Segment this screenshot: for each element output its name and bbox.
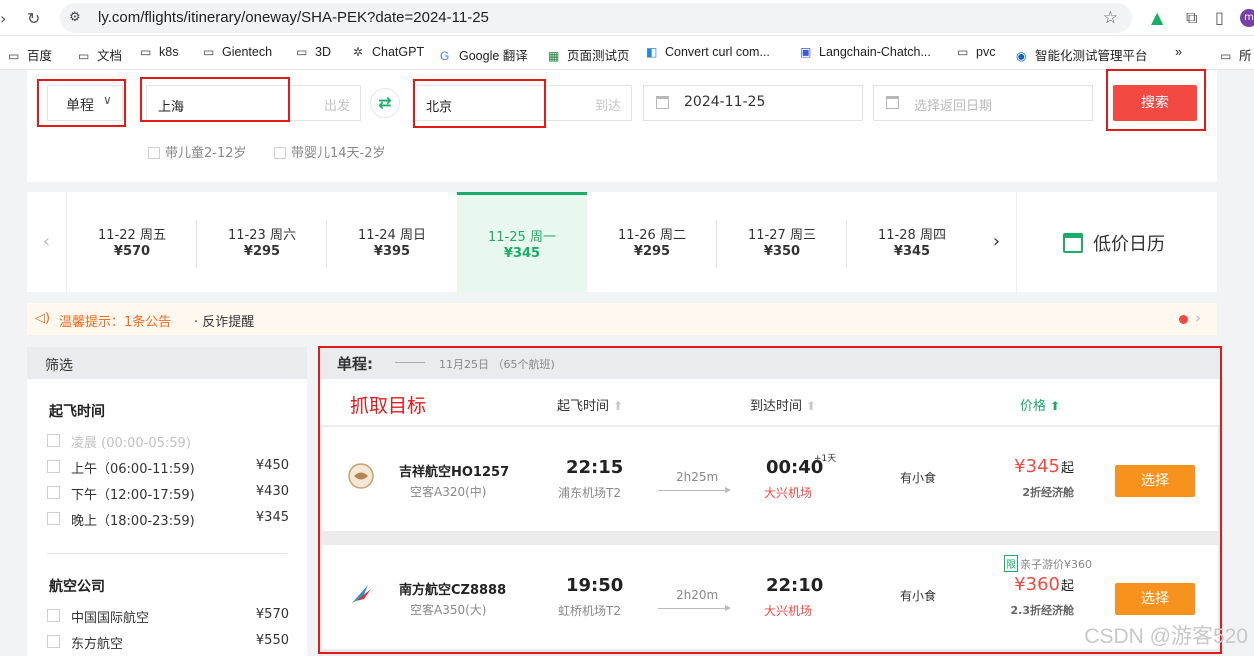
filter-option[interactable]: 下午（12:00-17:59) ¥430 (47, 484, 289, 503)
date-option[interactable]: 11-22 周五 ¥570 (67, 192, 197, 292)
platform-icon: ◉ (1016, 49, 1027, 63)
chatgpt-icon: ✲ (353, 45, 364, 59)
low-price-calendar-link[interactable]: 低价日历 (1063, 230, 1165, 256)
filter-option[interactable]: 中国国际航空 ¥570 (47, 607, 289, 626)
depart-date-value: 2024-11-25 (684, 94, 766, 110)
bookmark-item[interactable]: ▭ 3D (296, 45, 331, 59)
filter-option: 凌晨 (00:00-05:59) (47, 432, 289, 451)
date-option-selected[interactable]: 11-25 周一 ¥345 (457, 192, 587, 292)
date-option[interactable]: 11-23 周六 ¥295 (197, 192, 327, 292)
checkbox-box (148, 147, 160, 159)
sidebar-icon[interactable]: ▯ (1215, 8, 1224, 27)
date-option[interactable]: 11-24 周日 ¥395 (327, 192, 457, 292)
calendar-icon (656, 96, 669, 109)
bookmark-item[interactable]: ▭ 文档 (78, 45, 122, 64)
filter-sidebar: 筛选 起飞时间 凌晨 (00:00-05:59) 上午（06:00-11:59)… (27, 347, 307, 656)
folder-icon: ▭ (1220, 49, 1232, 63)
bookmark-item[interactable]: ▭ k8s (140, 45, 178, 59)
divider (47, 553, 287, 554)
site-info-icon[interactable]: ⚙ (69, 10, 81, 25)
browser-toolbar: › ↻ ⚙ ly.com/flights/itinerary/oneway/SH… (0, 0, 1254, 36)
bookmarks-bar: ▭ 百度 ▭ 文档 ▭ k8s ▭ Gientech ▭ 3D ✲ ChatGPT G Goo… (0, 36, 1254, 70)
bookmark-item[interactable]: ▭ Gientech (203, 45, 272, 59)
date-option[interactable]: 11-27 周三 ¥350 (717, 192, 847, 292)
annotation-box (37, 79, 126, 127)
annotation-box (1106, 69, 1206, 131)
folder-icon: ▭ (78, 49, 90, 63)
return-date-placeholder: 选择返回日期 (914, 99, 993, 114)
filter-option[interactable]: 东方航空 ¥550 (47, 633, 289, 652)
watermark: CSDN @游客520 (1084, 625, 1248, 648)
convert-icon: ◧ (646, 45, 658, 59)
date-option[interactable]: 11-26 周二 ¥295 (587, 192, 717, 292)
notification-dot (1179, 315, 1188, 324)
bookmarks-overflow[interactable]: » (1175, 45, 1182, 59)
calendar-icon (886, 96, 899, 109)
chevron-right-icon[interactable]: › (977, 192, 1017, 292)
reload-icon[interactable]: ↻ (27, 9, 40, 28)
folder-icon: ▭ (8, 49, 20, 63)
bookmark-item[interactable]: ▭ 百度 (8, 45, 52, 64)
date-option[interactable]: 11-28 周四 ¥345 (847, 192, 977, 292)
chevron-right-icon[interactable]: › (1195, 309, 1201, 327)
bookmark-item[interactable]: ▭ pvc (957, 45, 995, 59)
folder-icon: ▭ (957, 45, 969, 59)
bookmark-item[interactable]: ◧ Convert curl com... (646, 45, 770, 59)
from-hint: 出发 (323, 99, 350, 114)
address-bar[interactable]: ⚙ ly.com/flights/itinerary/oneway/SHA-PE… (60, 3, 1132, 33)
annotation-box (318, 346, 1222, 654)
fraud-reminder[interactable]: · 反诈提醒 (194, 311, 254, 330)
date-price-strip: ‹ 11-22 周五 ¥570 11-23 周六 ¥295 11-24 周日 ¥395… (27, 192, 1217, 292)
notice-text[interactable]: 温馨提示：1条公告 (59, 311, 171, 330)
back-icon[interactable]: › (0, 9, 6, 28)
annotation-box (413, 79, 546, 128)
child-checkbox[interactable]: 带儿童2-12岁 (148, 142, 247, 161)
translate-icon: G (440, 49, 450, 63)
extensions-icon[interactable]: ⧉ (1186, 8, 1197, 28)
chat-icon: ▣ (800, 45, 812, 59)
return-date-input[interactable]: 选择返回日期 (873, 85, 1093, 121)
bookmark-item[interactable]: G Google 翻译 (440, 45, 528, 64)
folder-icon: ▭ (140, 45, 152, 59)
bookmark-item[interactable]: ▦ 页面测试页 (548, 45, 630, 64)
notice-bar: ◁) 温馨提示：1条公告 · 反诈提醒 › (27, 303, 1217, 335)
to-hint: 到达 (594, 99, 621, 114)
departure-time-title: 起飞时间 (49, 404, 105, 420)
depart-date-input[interactable]: 2024-11-25 (643, 85, 863, 121)
filter-option[interactable]: 晚上（18:00-23:59) ¥345 (47, 510, 289, 529)
url-text[interactable]: ly.com/flights/itinerary/oneway/SHA-PEK?… (98, 9, 489, 26)
page-icon: ▦ (548, 49, 560, 63)
infant-checkbox[interactable]: 带婴儿14天-2岁 (274, 142, 386, 161)
bookmark-item[interactable]: ▭ 所 (1220, 45, 1252, 64)
swap-icon: ⇄ (378, 93, 392, 112)
bookmark-item[interactable]: ✲ ChatGPT (353, 45, 424, 59)
filter-header: 筛选 (27, 347, 307, 379)
speaker-icon: ◁) (35, 311, 51, 326)
filter-option[interactable]: 上午（06:00-11:59) ¥450 (47, 458, 289, 477)
bookmark-star-icon[interactable]: ☆ (1103, 8, 1118, 28)
swap-cities-button[interactable]: ⇄ (370, 88, 400, 118)
folder-icon: ▭ (296, 45, 308, 59)
annotation-box (140, 77, 290, 122)
bookmark-item[interactable]: ▣ Langchain-Chatch... (800, 45, 931, 59)
vue-extension-icon[interactable]: ▲ (1151, 8, 1163, 27)
folder-icon: ▭ (203, 45, 215, 59)
profile-avatar[interactable]: m (1240, 9, 1254, 27)
chevron-left-icon[interactable]: ‹ (27, 192, 67, 292)
bookmark-item[interactable]: ◉ 智能化测试管理平台 (1016, 45, 1148, 64)
checkbox-box (274, 147, 286, 159)
airline-title: 航空公司 (49, 579, 105, 595)
calendar-icon (1063, 233, 1083, 253)
